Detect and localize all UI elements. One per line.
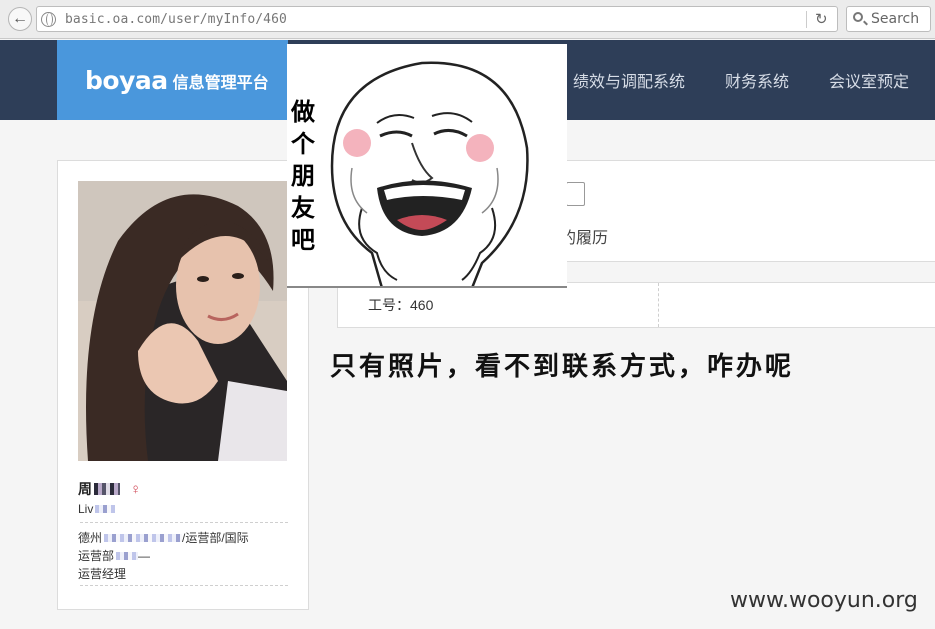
url-text: basic.oa.com/user/myInfo/460: [65, 12, 287, 27]
profile-name: 周 ♀: [78, 479, 141, 499]
meme-char: 友: [291, 194, 315, 222]
redacted-department: [104, 534, 183, 542]
globe-icon: [41, 12, 56, 27]
department-text: 德州: [78, 531, 103, 545]
divider: [80, 522, 288, 523]
redacted-english-name: [95, 505, 116, 513]
profile-department-line2: 运营部 —: [78, 547, 150, 564]
redacted-name: [94, 483, 120, 495]
tab-resume[interactable]: 的履历: [560, 224, 608, 248]
search-input[interactable]: Search: [846, 6, 931, 32]
meme-face-icon: [330, 61, 529, 286]
profile-english-name: Liv: [78, 502, 116, 516]
english-name-text: Liv: [78, 502, 94, 516]
meme-char: 朋: [291, 162, 315, 190]
divider: [806, 11, 807, 28]
search-icon: [853, 12, 863, 22]
logo-subtitle: 信息管理平台: [172, 75, 269, 92]
redacted-department-line2: [116, 552, 139, 560]
meme-char: 吧: [291, 226, 315, 254]
nav-item-performance[interactable]: 绩效与调配系统: [573, 68, 685, 92]
caption-text: 只有照片，看不到联系方式，咋办呢: [330, 352, 795, 382]
main-nav: 绩效与调配系统 财务系统 会议室预定: [573, 40, 935, 120]
department-line2-text: 运营部: [78, 549, 115, 563]
department-line2-suffix: —: [138, 549, 151, 563]
profile-card: 周 ♀ Liv 德州/运营部/国际 运营部 — 运营经理: [57, 160, 309, 610]
search-placeholder: Search: [871, 11, 920, 27]
profile-department: 德州/运营部/国际: [78, 529, 249, 546]
address-bar[interactable]: basic.oa.com/user/myInfo/460 ↻: [36, 6, 838, 32]
nav-item-meeting-room[interactable]: 会议室预定: [829, 68, 909, 92]
divider: [80, 585, 288, 586]
female-icon: ♀: [130, 480, 142, 498]
logo[interactable]: boyaa 信息管理平台: [57, 40, 288, 120]
watermark: www.wooyun.org: [730, 588, 918, 613]
employee-number: 工号：460: [368, 297, 434, 313]
browser-toolbar: ← basic.oa.com/user/myInfo/460 ↻ Search: [0, 0, 935, 39]
divider: [658, 283, 659, 327]
avatar: [78, 181, 287, 461]
meme-char: 个: [291, 130, 315, 158]
meme-char: 做: [291, 98, 315, 126]
document-icon: [562, 182, 585, 214]
department-suffix: /运营部/国际: [182, 531, 249, 545]
name-text: 周: [78, 481, 92, 497]
info-row: 工号：460: [337, 282, 935, 328]
meme-image: 做 个 朋 友 吧: [287, 44, 567, 288]
logo-brand: boyaa: [85, 65, 168, 95]
reload-icon[interactable]: ↻: [815, 10, 828, 28]
nav-item-finance[interactable]: 财务系统: [725, 68, 789, 92]
profile-position: 运营经理: [78, 567, 127, 581]
meme-caption: 做 个 朋 友 吧: [287, 96, 319, 256]
back-button[interactable]: ←: [8, 7, 32, 31]
arrow-left-icon: ←: [12, 10, 28, 27]
